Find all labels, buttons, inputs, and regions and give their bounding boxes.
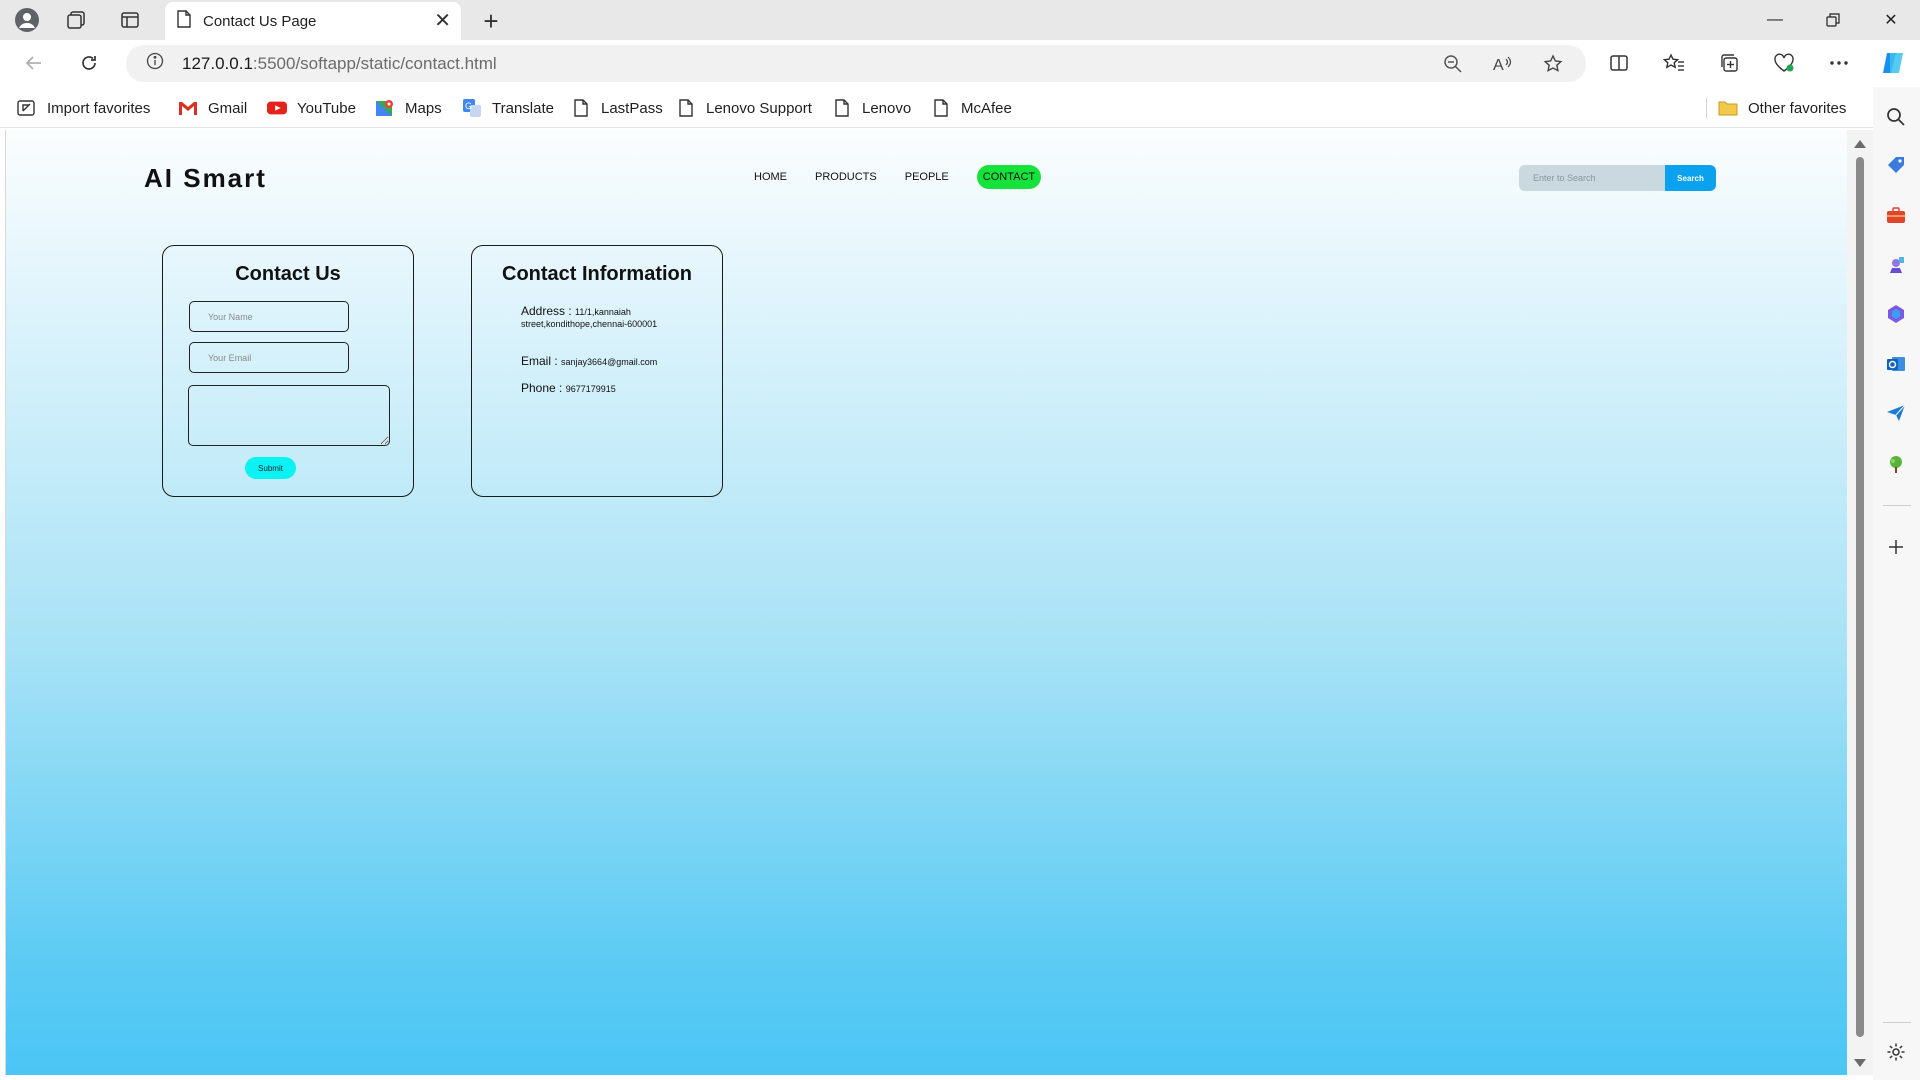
phone-line: Phone : 9677179915 xyxy=(521,381,616,395)
close-tab-icon[interactable]: ✕ xyxy=(434,11,451,31)
search-input[interactable] xyxy=(1519,165,1665,191)
site-logo[interactable]: AI Smart xyxy=(144,163,267,194)
translate-icon: G xyxy=(462,98,482,118)
tools-icon[interactable] xyxy=(1881,200,1911,230)
page-icon xyxy=(676,98,696,118)
email-value: sanjay3664@gmail.com xyxy=(561,357,658,367)
bookmark-youtube[interactable]: YouTube xyxy=(267,95,356,121)
vertical-tabs-icon[interactable] xyxy=(114,4,146,36)
main-nav: HOME PRODUCTS PEOPLE CONTACT xyxy=(754,165,1042,189)
copilot-icon[interactable] xyxy=(1876,46,1910,80)
add-icon[interactable] xyxy=(1881,532,1911,562)
nav-people[interactable]: PEOPLE xyxy=(905,165,949,189)
browser-essentials-icon[interactable] xyxy=(1767,46,1801,80)
bookmark-mcafee[interactable]: McAfee xyxy=(931,95,1012,121)
minimize-icon[interactable]: — xyxy=(1746,0,1804,40)
games-icon[interactable] xyxy=(1881,250,1911,280)
bookmark-maps[interactable]: Maps xyxy=(375,95,442,121)
more-options-icon[interactable] xyxy=(1822,46,1856,80)
tab-title: Contact Us Page xyxy=(203,12,317,30)
youtube-icon xyxy=(267,98,287,118)
nav-products[interactable]: PRODUCTS xyxy=(815,165,877,189)
microsoft-365-icon[interactable] xyxy=(1881,299,1911,329)
nav-home[interactable]: HOME xyxy=(754,165,787,189)
sidebar-divider xyxy=(1883,1022,1911,1023)
new-tab-icon[interactable]: + xyxy=(474,4,508,38)
phone-label: Phone : xyxy=(521,381,563,395)
profile-icon[interactable] xyxy=(11,4,43,36)
address-label: Address : xyxy=(521,304,572,318)
workspaces-icon[interactable] xyxy=(60,4,92,36)
maps-icon xyxy=(375,98,395,118)
scroll-thumb[interactable] xyxy=(1856,157,1864,1037)
bookmark-translate[interactable]: G Translate xyxy=(462,95,554,121)
email-label: Email : xyxy=(521,354,558,368)
tab-contact-us[interactable]: Contact Us Page ✕ xyxy=(165,2,461,40)
settings-gear-icon[interactable] xyxy=(1881,1037,1911,1067)
email-line: Email : sanjay3664@gmail.com xyxy=(521,354,657,368)
svg-text:G: G xyxy=(465,101,472,111)
bookmarks-divider xyxy=(1706,98,1707,118)
favorite-star-icon[interactable] xyxy=(1538,49,1568,79)
phone-value: 9677179915 xyxy=(565,384,616,394)
close-window-icon[interactable]: ✕ xyxy=(1862,0,1920,40)
contact-info-card: Contact Information Address : 11/1,kanna… xyxy=(471,245,723,497)
bookmarks-bar: Import favorites Gmail YouTube Maps G Tr… xyxy=(0,87,1920,128)
site-search: Search xyxy=(1519,165,1716,191)
scroll-down-icon[interactable] xyxy=(1854,1059,1866,1067)
read-aloud-icon[interactable]: A xyxy=(1488,49,1518,79)
import-icon xyxy=(17,98,37,118)
edge-sidebar xyxy=(1873,87,1920,1080)
message-textarea[interactable] xyxy=(188,385,390,446)
gmail-icon xyxy=(178,98,198,118)
split-screen-icon[interactable] xyxy=(1602,46,1636,80)
search-icon[interactable] xyxy=(1881,102,1911,132)
zoom-out-icon[interactable] xyxy=(1438,49,1468,79)
browser-toolbar: 127.0.0.1:5500/softapp/static/contact.ht… xyxy=(0,40,1920,87)
nav-contact[interactable]: CONTACT xyxy=(976,165,1042,189)
browser-tab-bar: Contact Us Page ✕ + — ✕ xyxy=(0,0,1920,40)
send-icon[interactable] xyxy=(1881,398,1911,428)
page-icon xyxy=(931,98,951,118)
svg-text:A: A xyxy=(1493,57,1504,74)
page-icon xyxy=(571,98,591,118)
scroll-up-icon[interactable] xyxy=(1854,140,1866,148)
bookmark-lastpass[interactable]: LastPass xyxy=(571,95,663,121)
url-text: 127.0.0.1:5500/softapp/static/contact.ht… xyxy=(182,53,497,73)
restore-icon[interactable] xyxy=(1804,0,1862,40)
bookmark-other-favorites[interactable]: Other favorites xyxy=(1718,95,1846,121)
bookmark-gmail[interactable]: Gmail xyxy=(178,95,247,121)
search-button[interactable]: Search xyxy=(1665,165,1716,191)
page-icon xyxy=(832,98,852,118)
favorites-icon[interactable] xyxy=(1657,46,1691,80)
bookmark-lenovo[interactable]: Lenovo xyxy=(832,95,911,121)
site-info-icon[interactable] xyxy=(146,52,164,75)
address-bar[interactable]: 127.0.0.1:5500/softapp/static/contact.ht… xyxy=(126,45,1586,82)
folder-icon xyxy=(1718,98,1738,118)
shopping-tag-icon[interactable] xyxy=(1881,150,1911,180)
back-icon[interactable] xyxy=(17,46,51,80)
address-line: Address : 11/1,kannaiah street,kondithop… xyxy=(521,304,671,330)
page-scrollbar[interactable] xyxy=(1847,130,1873,1075)
contact-form-card: Contact Us Submit xyxy=(162,245,414,497)
page-icon xyxy=(177,9,191,33)
name-field[interactable] xyxy=(189,301,349,332)
contact-form-title: Contact Us xyxy=(235,263,341,285)
collections-icon[interactable] xyxy=(1712,46,1746,80)
outlook-icon[interactable] xyxy=(1881,349,1911,379)
contact-info-title: Contact Information xyxy=(502,263,692,285)
page-viewport: AI Smart HOME PRODUCTS PEOPLE CONTACT Se… xyxy=(5,130,1847,1075)
bookmark-import-favorites[interactable]: Import favorites xyxy=(17,95,150,121)
tree-icon[interactable] xyxy=(1881,449,1911,479)
submit-button[interactable]: Submit xyxy=(245,457,296,479)
refresh-icon[interactable] xyxy=(72,46,106,80)
email-field[interactable] xyxy=(189,342,349,373)
bookmark-lenovo-support[interactable]: Lenovo Support xyxy=(676,95,812,121)
sidebar-divider xyxy=(1883,505,1911,506)
